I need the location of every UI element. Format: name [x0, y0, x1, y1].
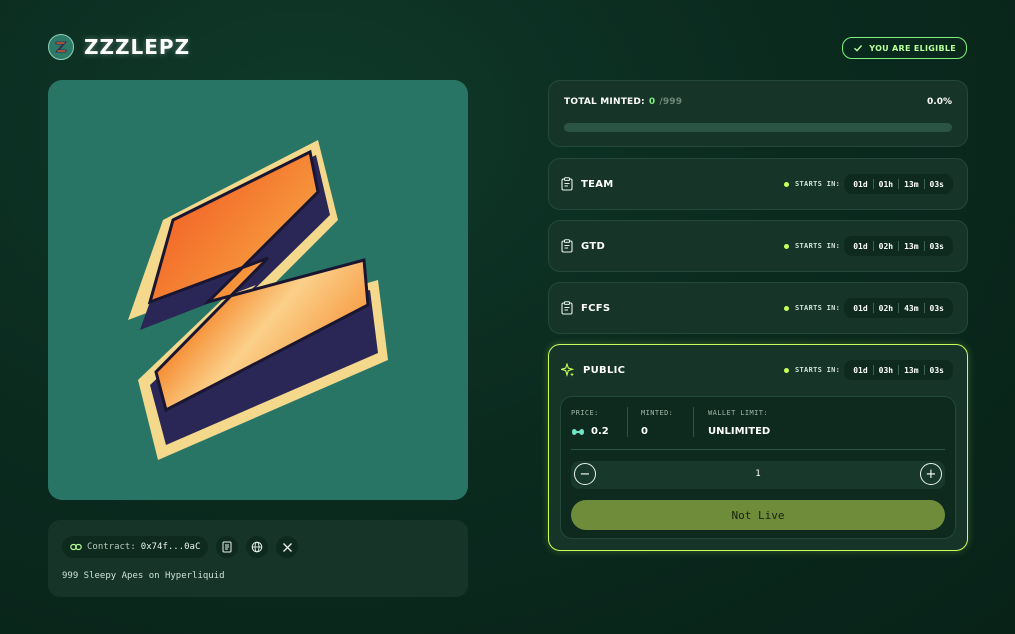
- minted-stat: MINTED: 0: [641, 409, 673, 437]
- phase-starts: STARTS IN:: [784, 180, 840, 188]
- minted-label: MINTED:: [641, 409, 674, 417]
- status-dot: [784, 367, 790, 373]
- quantity-stepper: − 1 +: [571, 461, 945, 489]
- contract-doc-button[interactable]: [216, 536, 239, 558]
- collection-description: 999 Sleepy Apes on Hyperliquid: [62, 571, 225, 581]
- total-minted-text: TOTAL MINTED: 0/999: [564, 97, 682, 107]
- phase-public[interactable]: PUBLIC STARTS IN: 01d 03h 13m 03s PRICE: 0.…: [548, 344, 968, 551]
- clipboard-icon: [561, 301, 573, 315]
- clipboard-icon: [561, 177, 573, 191]
- collection-artwork: [48, 80, 468, 500]
- price-value: 0.2: [591, 426, 609, 437]
- phase-name: PUBLIC: [583, 364, 626, 376]
- hyperliquid-icon: [572, 428, 584, 435]
- total-minted-percent: 0.0%: [927, 97, 952, 107]
- mint-button[interactable]: Not Live: [571, 500, 945, 530]
- increment-button[interactable]: +: [920, 463, 942, 485]
- x-icon: [282, 542, 292, 552]
- clipboard-icon: [561, 239, 573, 253]
- eligibility-label: YOU ARE ELIGIBLE: [869, 43, 956, 53]
- countdown-timer: 01d 02h 43m 03s: [844, 298, 953, 318]
- phase-gtd[interactable]: GTD STARTS IN: 01d 02h 13m 03s: [548, 220, 968, 272]
- phase-name: GTD: [581, 240, 606, 252]
- countdown-timer: 01d 02h 13m 03s: [844, 236, 953, 256]
- phase-team[interactable]: TEAM STARTS IN: 01d 01h 13m 03s: [548, 158, 968, 210]
- total-minted-label: TOTAL MINTED:: [564, 97, 645, 107]
- phase-starts: STARTS IN:: [784, 366, 840, 374]
- divider: [693, 407, 694, 437]
- zzzlepz-logo-icon: [48, 34, 74, 60]
- link-icon: [70, 543, 82, 551]
- phase-fcfs[interactable]: FCFS STARTS IN: 01d 02h 43m 03s: [548, 282, 968, 334]
- contract-address[interactable]: 0x74f...0aC: [141, 542, 201, 552]
- sparkle-icon: [561, 363, 575, 377]
- public-mint-box: PRICE: 0.2 MINTED: 0 WALLET LIMIT: UNLIM…: [560, 396, 956, 539]
- brand[interactable]: ZZZLEPZ: [48, 34, 190, 60]
- price-label: PRICE:: [571, 409, 599, 417]
- total-minted-panel: TOTAL MINTED: 0/999 0.0%: [548, 80, 968, 147]
- status-dot: [784, 243, 790, 249]
- contract-card: Contract: 0x74f...0aC 999 Sleepy Apes on…: [48, 520, 468, 597]
- phase-name: TEAM: [581, 178, 614, 190]
- phase-name: FCFS: [581, 302, 611, 314]
- total-minted-count: 0: [648, 97, 656, 107]
- globe-icon: [252, 541, 263, 553]
- price-stat: PRICE: 0.2: [571, 409, 609, 437]
- wallet-limit-label: WALLET LIMIT:: [708, 409, 768, 417]
- eligibility-badge: YOU ARE ELIGIBLE: [842, 37, 967, 59]
- countdown-timer: 01d 03h 13m 03s: [844, 360, 953, 380]
- minted-value: 0: [641, 426, 648, 437]
- divider: [627, 407, 628, 437]
- x-button[interactable]: [276, 536, 299, 558]
- phase-starts: STARTS IN:: [784, 242, 840, 250]
- status-dot: [784, 181, 790, 187]
- wallet-limit-stat: WALLET LIMIT: UNLIMITED: [708, 409, 770, 437]
- total-supply: /999: [659, 97, 683, 107]
- mint-progress-bar: [564, 123, 952, 132]
- divider: [571, 449, 945, 450]
- website-button[interactable]: [246, 536, 269, 558]
- countdown-timer: 01d 01h 13m 03s: [844, 174, 953, 194]
- status-dot: [784, 305, 790, 311]
- contract-label: Contract:: [87, 542, 136, 552]
- quantity-value[interactable]: 1: [571, 469, 945, 479]
- contract-doc-icon: [222, 541, 232, 553]
- brand-name: ZZZLEPZ: [84, 35, 191, 59]
- wallet-limit-value: UNLIMITED: [708, 426, 771, 437]
- check-icon: [854, 45, 863, 52]
- contract-pill[interactable]: Contract: 0x74f...0aC: [62, 536, 209, 558]
- phase-starts: STARTS IN:: [784, 304, 840, 312]
